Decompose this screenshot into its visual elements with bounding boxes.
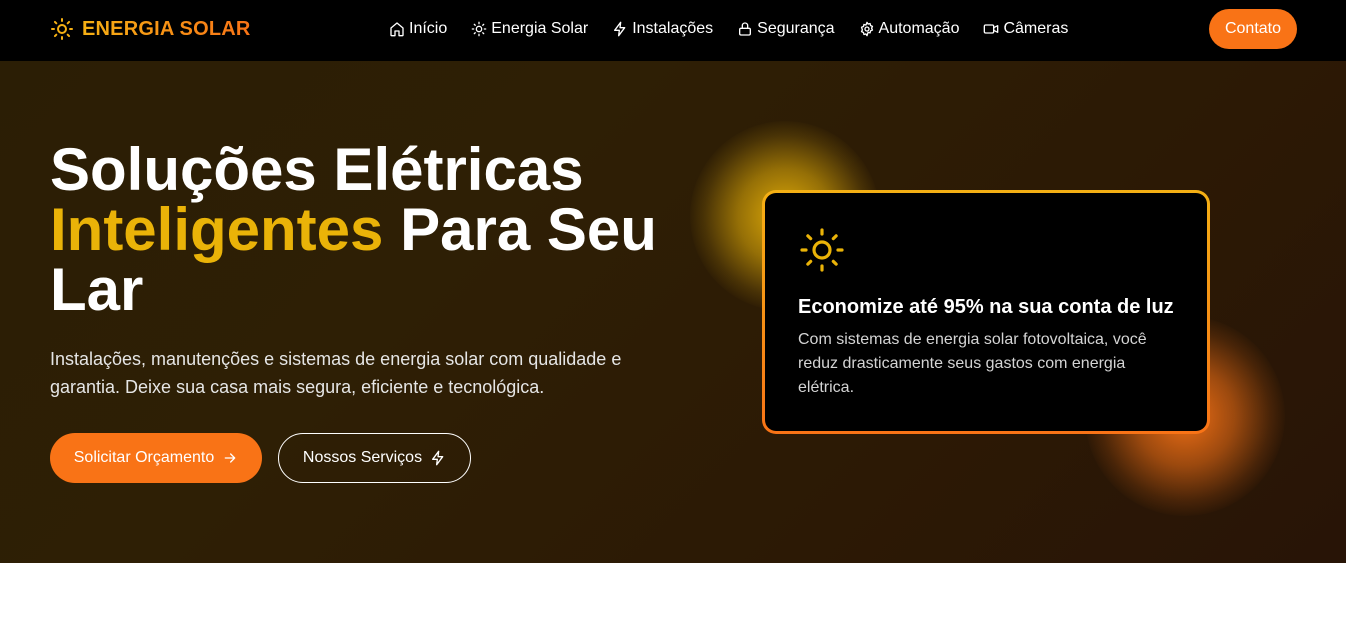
- nav-item-label: Energia Solar: [491, 20, 589, 37]
- our-services-label: Nossos Serviços: [302, 449, 423, 466]
- our-services-button[interactable]: Nossos Serviços: [278, 433, 471, 483]
- main-nav: Início Energia Solar Instalações Seguran…: [389, 18, 1092, 40]
- sun-icon: [51, 18, 73, 40]
- nav-item-cameras[interactable]: Câmeras: [983, 20, 1068, 38]
- nav-item-label: Instalações: [632, 20, 714, 37]
- sun-icon: [471, 21, 487, 37]
- lock-icon: [739, 22, 752, 36]
- sun-icon: [800, 228, 844, 272]
- savings-card: Economize até 95% na sua conta de luz Co…: [762, 190, 1210, 434]
- hero-title-accent: Inteligentes: [50, 196, 384, 263]
- nav-item-label: Segurança: [757, 20, 835, 37]
- hero-title-line1: Soluções Elétricas: [50, 136, 584, 203]
- request-quote-label: Solicitar Orçamento: [73, 449, 215, 466]
- bolt-icon: [432, 450, 444, 466]
- hero-section: Soluções Elétricas Inteligentes Para Seu…: [0, 61, 1346, 563]
- brand-name: ENERGIA SOLAR: [82, 17, 251, 40]
- contact-button[interactable]: Contato: [1209, 9, 1297, 49]
- savings-card-text: Com sistemas de energia solar fotovoltai…: [798, 331, 1147, 396]
- brand-logo[interactable]: ENERGIA SOLAR: [50, 17, 251, 41]
- home-icon: [390, 22, 404, 37]
- nav-item-instalacoes[interactable]: Instalações: [612, 20, 713, 38]
- top-navbar: ENERGIA SOLAR Início Energia Solar Insta…: [0, 0, 1346, 61]
- savings-card-title: Economize até 95% na sua conta de luz: [798, 296, 1174, 318]
- gear-icon: [860, 21, 873, 37]
- hero-subtitle: Instalações, manutenções e sistemas de e…: [50, 349, 622, 397]
- request-quote-button[interactable]: Solicitar Orçamento: [50, 433, 262, 483]
- savings-card-body: Economize até 95% na sua conta de luz Co…: [765, 193, 1207, 431]
- nav-item-seguranca[interactable]: Segurança: [737, 20, 835, 38]
- nav-item-energia-solar[interactable]: Energia Solar: [471, 20, 588, 38]
- nav-item-automacao[interactable]: Automação: [859, 20, 960, 38]
- bolt-icon: [614, 21, 626, 37]
- nav-item-inicio[interactable]: Início: [389, 20, 447, 38]
- nav-item-label: Início: [409, 20, 448, 37]
- arrow-right-icon: [224, 453, 236, 463]
- nav-item-label: Automação: [878, 20, 960, 37]
- video-icon: [984, 24, 999, 34]
- next-section: [0, 563, 1346, 619]
- hero-title: Soluções Elétricas Inteligentes Para Seu…: [50, 140, 690, 320]
- nav-item-label: Câmeras: [1003, 20, 1069, 37]
